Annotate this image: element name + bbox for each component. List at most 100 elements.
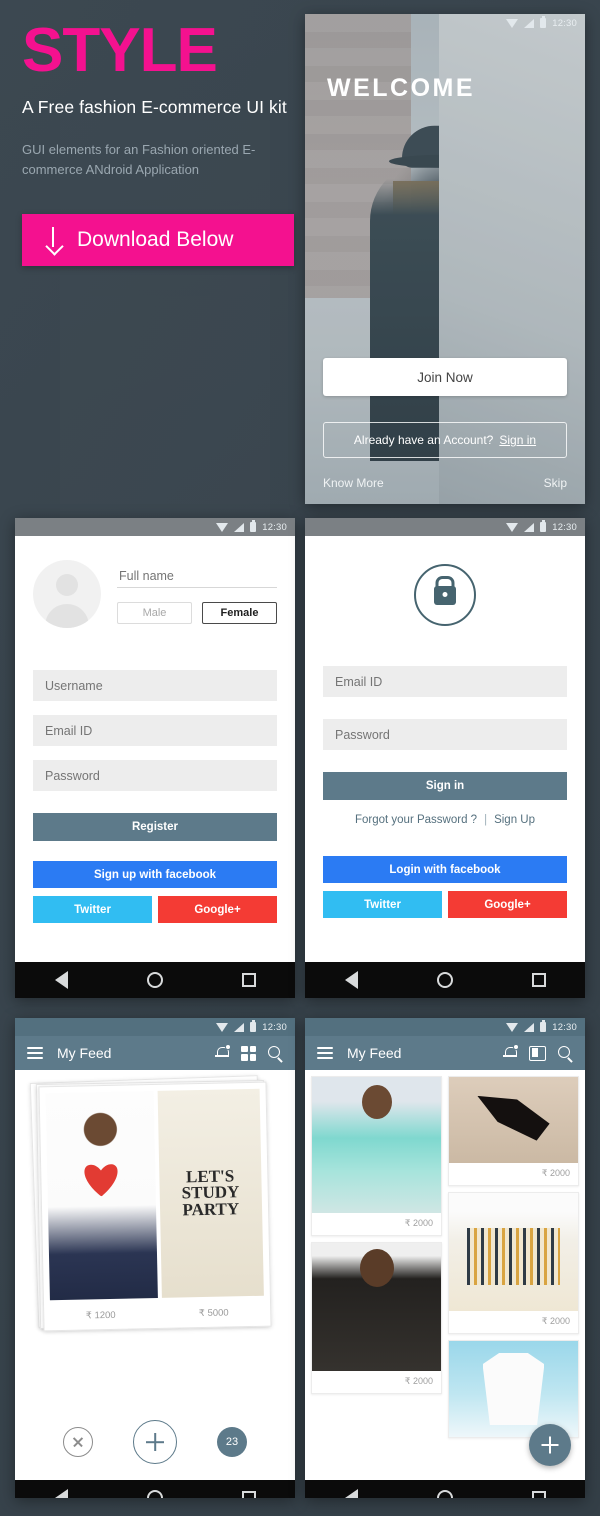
status-bar: 12:30 xyxy=(305,518,585,536)
password-input[interactable] xyxy=(33,760,277,791)
already-have-account-button[interactable]: Already have an Account? Sign in xyxy=(323,422,567,458)
home-icon[interactable] xyxy=(436,1490,453,1498)
signal-icon xyxy=(524,522,535,532)
grid-view-icon[interactable] xyxy=(241,1045,256,1061)
email-input[interactable] xyxy=(323,666,567,697)
product-card[interactable]: ₹ 2000 xyxy=(448,1076,579,1186)
register-button[interactable]: Register xyxy=(33,813,277,841)
recents-icon[interactable] xyxy=(241,973,256,987)
feed-content: LET'S STUDY PARTY ₹ 1200 ₹ 5000 23 xyxy=(15,1070,295,1480)
card-front[interactable]: LET'S STUDY PARTY ₹ 1200 ₹ 5000 xyxy=(38,1081,272,1332)
phone-register-screen: 12:30 Male Female Register Sign up wit xyxy=(15,518,295,998)
menu-icon[interactable] xyxy=(27,1047,43,1059)
cart-count-badge[interactable]: 23 xyxy=(217,1427,247,1457)
twitter-button[interactable]: Twitter xyxy=(33,896,152,923)
forgot-password-link[interactable]: Forgot your Password ? xyxy=(355,814,477,826)
page-title: My Feed xyxy=(347,1045,402,1061)
android-nav-bar xyxy=(305,1480,585,1498)
join-now-button[interactable]: Join Now xyxy=(323,358,567,396)
product-price: ₹ 2000 xyxy=(541,1316,570,1326)
signal-icon xyxy=(524,18,535,28)
password-input[interactable] xyxy=(323,719,567,750)
card-action-row: 23 xyxy=(15,1420,295,1464)
gender-female-button[interactable]: Female xyxy=(202,602,277,624)
android-nav-bar xyxy=(15,1480,295,1498)
clock-label: 12:30 xyxy=(552,521,577,533)
notifications-bell-icon[interactable] xyxy=(215,1044,231,1060)
battery-icon xyxy=(540,520,547,532)
product-price: ₹ 2000 xyxy=(404,1376,433,1386)
phone-feed-grid-screen: 12:30 My Feed ₹ 2000 ₹ 2000 ₹ 2000 ₹ 200… xyxy=(305,1018,585,1498)
back-icon[interactable] xyxy=(54,1489,68,1498)
home-icon[interactable] xyxy=(436,972,453,988)
android-nav-bar xyxy=(15,962,295,998)
clock-label: 12:30 xyxy=(552,1021,577,1033)
product-photo-shirt xyxy=(449,1341,578,1437)
wifi-icon xyxy=(506,1022,519,1032)
recents-icon[interactable] xyxy=(241,1491,256,1498)
product-price: ₹ 5000 xyxy=(198,1307,229,1320)
status-bar: 12:30 xyxy=(305,1018,585,1036)
signup-link[interactable]: Sign Up xyxy=(494,814,535,826)
add-product-fab[interactable] xyxy=(529,1424,571,1466)
hero-section: STYLE A Free fashion E-commerce UI kit G… xyxy=(22,16,302,267)
home-icon[interactable] xyxy=(146,1490,163,1498)
product-photo-heels xyxy=(449,1077,578,1163)
facebook-login-button[interactable]: Login with facebook xyxy=(323,856,567,883)
dismiss-card-button[interactable] xyxy=(63,1427,93,1457)
facebook-signup-button[interactable]: Sign up with facebook xyxy=(33,861,277,888)
product-card[interactable]: ₹ 2000 xyxy=(311,1242,442,1394)
page-title: My Feed xyxy=(57,1045,112,1061)
ui-kit-poster: STYLE A Free fashion E-commerce UI kit G… xyxy=(0,0,600,1516)
username-input[interactable] xyxy=(33,670,277,701)
gender-male-button[interactable]: Male xyxy=(117,602,192,624)
back-icon[interactable] xyxy=(344,1489,358,1498)
product-card-stack[interactable]: LET'S STUDY PARTY ₹ 1200 ₹ 5000 xyxy=(29,1075,272,1332)
recents-icon[interactable] xyxy=(531,1491,546,1498)
know-more-link[interactable]: Know More xyxy=(323,476,384,490)
product-price: ₹ 2000 xyxy=(404,1218,433,1228)
add-card-button[interactable] xyxy=(133,1420,177,1464)
search-icon[interactable] xyxy=(268,1045,283,1061)
wifi-icon xyxy=(216,522,229,532)
card-view-icon[interactable] xyxy=(529,1045,546,1061)
wifi-icon xyxy=(216,1022,229,1032)
download-button[interactable]: Download Below xyxy=(22,214,294,267)
twitter-button[interactable]: Twitter xyxy=(323,891,442,918)
email-input[interactable] xyxy=(33,715,277,746)
page-title: STYLE xyxy=(22,16,218,85)
product-photo-dress xyxy=(312,1243,441,1371)
signal-icon xyxy=(234,1022,245,1032)
signal-icon xyxy=(234,522,245,532)
google-plus-button[interactable]: Google+ xyxy=(158,896,277,923)
link-divider: | xyxy=(484,814,488,826)
back-icon[interactable] xyxy=(54,971,68,989)
signal-icon xyxy=(524,1022,535,1032)
product-grid: ₹ 2000 ₹ 2000 ₹ 2000 ₹ 2000 xyxy=(305,1070,585,1480)
product-card[interactable]: ₹ 2000 xyxy=(448,1192,579,1334)
product-card[interactable]: ₹ 2000 xyxy=(311,1076,442,1236)
download-button-label: Download Below xyxy=(77,228,234,252)
account-prompt-label: Already have an Account? xyxy=(353,433,494,447)
product-card[interactable] xyxy=(448,1340,579,1438)
notifications-bell-icon[interactable] xyxy=(503,1044,519,1060)
phone-signin-screen: 12:30 Sign in Forgot your Password ? | S… xyxy=(305,518,585,998)
product-price: ₹ 2000 xyxy=(541,1168,570,1178)
search-icon[interactable] xyxy=(558,1045,573,1061)
google-plus-button[interactable]: Google+ xyxy=(448,891,567,918)
avatar[interactable] xyxy=(33,560,101,628)
skip-link[interactable]: Skip xyxy=(544,476,567,490)
full-name-input[interactable] xyxy=(117,564,277,588)
status-bar: 12:30 xyxy=(15,518,295,536)
signin-button[interactable]: Sign in xyxy=(323,772,567,800)
notification-badge xyxy=(513,1044,519,1050)
battery-icon xyxy=(540,16,547,28)
home-icon[interactable] xyxy=(146,972,163,988)
recents-icon[interactable] xyxy=(531,973,546,987)
back-icon[interactable] xyxy=(344,971,358,989)
sign-in-link[interactable]: Sign in xyxy=(499,433,536,447)
clock-label: 12:30 xyxy=(262,521,287,533)
notification-badge xyxy=(225,1044,231,1050)
menu-icon[interactable] xyxy=(317,1047,333,1059)
lock-icon xyxy=(414,564,476,626)
